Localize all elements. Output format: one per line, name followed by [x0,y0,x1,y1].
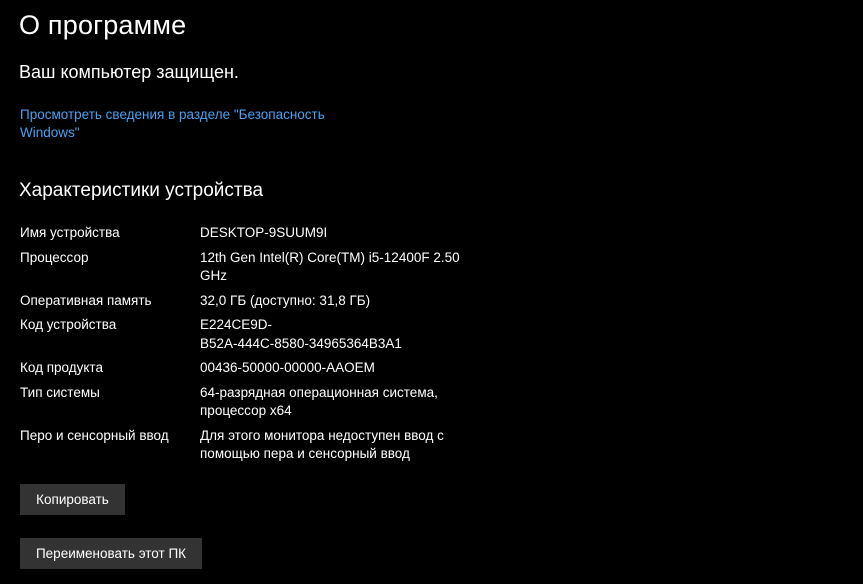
copy-button[interactable]: Копировать [20,484,125,515]
spec-value: 12th Gen Intel(R) Core(TM) i5-12400F 2.5… [200,249,460,284]
device-specs-list: Имя устройства DESKTOP-9SUUM9I Процессор… [20,224,490,470]
spec-value: DESKTOP-9SUUM9I [200,225,328,240]
spec-value: 32,0 ГБ (доступно: 31,8 ГБ) [200,292,371,308]
spec-value: E224CE9D- B52A-444C-8580-34965364B3A1 [200,317,402,351]
protection-status-text: Ваш компьютер защищен. [19,62,239,82]
spec-label: Оперативная память [20,292,152,308]
spec-row-ram: Оперативная память 32,0 ГБ (доступно: 31… [20,292,490,311]
spec-label: Имя устройства [20,225,120,240]
spec-value: 00436-50000-00000-AAOEM [200,360,375,375]
spec-label: Код устройства [20,317,117,332]
spec-row-device-name: Имя устройства DESKTOP-9SUUM9I [20,224,490,243]
page-title: О программе [19,10,187,40]
spec-row-pen-touch: Перо и сенсорный ввод Для этого монитора… [20,427,490,464]
spec-label: Тип системы [20,384,100,400]
spec-value: Для этого монитора недоступен ввод с пом… [200,427,444,462]
spec-label: Перо и сенсорный ввод [20,427,169,443]
device-specs-heading: Характеристики устройства [19,180,264,201]
spec-row-product-id: Код продукта 00436-50000-00000-AAOEM [20,359,490,378]
spec-value: 64-разрядная операционная система, проце… [200,384,438,419]
spec-row-system-type: Тип системы 64-разрядная операционная си… [20,384,490,421]
rename-pc-button[interactable]: Переименовать этот ПК [20,538,202,569]
spec-label: Код продукта [20,360,103,375]
spec-label: Процессор [20,249,89,265]
spec-row-device-id: Код устройства E224CE9D- B52A-444C-8580-… [20,316,490,353]
spec-row-processor: Процессор 12th Gen Intel(R) Core(TM) i5-… [20,249,490,286]
windows-security-link[interactable]: Просмотреть сведения в разделе "Безопасн… [20,106,350,142]
